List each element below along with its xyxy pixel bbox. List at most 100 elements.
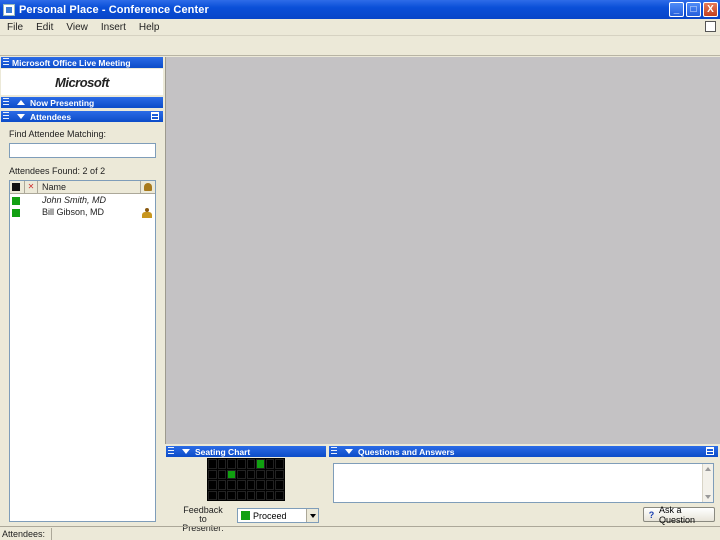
question-mark-icon: ? (648, 509, 655, 520)
mute-column-icon[interactable]: ✕ (24, 181, 38, 193)
grip-icon[interactable] (3, 98, 9, 107)
seat-empty (275, 469, 284, 479)
feedback-value: Proceed (253, 510, 287, 521)
attendee-list[interactable]: ✕ Name John Smith, MD Bill Gibson, MD (9, 180, 156, 522)
minimize-button[interactable]: _ (669, 2, 684, 17)
seat-empty (265, 480, 275, 490)
find-attendee-label: Find Attendee Matching: (9, 129, 107, 139)
online-status-icon (12, 209, 20, 217)
seat-empty (208, 490, 217, 500)
qa-panel-title: Questions and Answers (358, 446, 455, 457)
qa-panel-header[interactable]: Questions and Answers (329, 446, 718, 457)
presenting-panel-header[interactable]: Now Presenting (1, 97, 163, 108)
seat-empty (236, 459, 246, 469)
microsoft-logo: Microsoft (55, 74, 110, 90)
seat-empty (256, 469, 265, 479)
find-attendee-input[interactable] (9, 143, 156, 158)
menu-insert[interactable]: Insert (94, 22, 132, 33)
status-column-icon[interactable] (12, 183, 20, 191)
attendees-panel-title: Attendees (30, 111, 72, 122)
seat-empty (265, 469, 275, 479)
seat-empty (246, 459, 256, 469)
panel-menu-icon[interactable] (706, 447, 714, 455)
online-status-icon (12, 197, 20, 205)
ask-question-button[interactable]: ? Ask a Question (643, 504, 715, 525)
name-column-header[interactable]: Name (42, 182, 66, 192)
ask-question-label: Ask a Question (659, 504, 696, 525)
seating-chart-panel: Seating Chart Feedback to Presenter: Pro… (165, 446, 327, 533)
qa-scrollbar[interactable] (702, 464, 713, 502)
window-title: Personal Place - Conference Center (19, 3, 209, 16)
meeting-panel-header[interactable]: Microsoft Office Live Meeting (1, 57, 163, 68)
seat-empty (265, 459, 275, 469)
meeting-panel-title: Microsoft Office Live Meeting (12, 57, 131, 68)
seat-empty (256, 490, 265, 500)
seat-occupied (256, 459, 265, 469)
title-bar: Personal Place - Conference Center _ □ X (0, 0, 720, 19)
question-textarea[interactable] (333, 463, 714, 503)
grip-icon[interactable] (3, 112, 9, 121)
menu-file[interactable]: File (0, 22, 29, 33)
presenting-panel-title: Now Presenting (30, 97, 95, 108)
grip-icon[interactable] (331, 447, 337, 456)
scroll-up-icon (705, 467, 711, 471)
presentation-stage[interactable] (165, 57, 720, 444)
seat-empty (217, 469, 227, 479)
seat-empty (275, 490, 284, 500)
seat-empty (227, 490, 236, 500)
toolbar-strip (0, 36, 720, 56)
seating-chart-header[interactable]: Seating Chart (166, 446, 326, 457)
attendee-list-header: ✕ Name (10, 181, 155, 194)
seat-empty (217, 459, 227, 469)
collapse-down-icon[interactable] (17, 114, 25, 119)
grip-icon[interactable] (168, 447, 174, 456)
seat-empty (236, 469, 246, 479)
collapse-down-icon[interactable] (345, 449, 353, 454)
attendee-name: Bill Gibson, MD (42, 207, 105, 217)
menu-view[interactable]: View (59, 22, 94, 33)
seat-empty (236, 490, 246, 500)
attendee-row[interactable]: Bill Gibson, MD (10, 207, 155, 219)
expand-up-icon[interactable] (17, 100, 25, 105)
seat-empty (217, 480, 227, 490)
grip-icon[interactable] (3, 58, 9, 67)
feedback-dropdown[interactable]: Proceed (237, 508, 319, 523)
seat-empty (265, 490, 275, 500)
seat-empty (246, 490, 256, 500)
menu-help[interactable]: Help (132, 22, 166, 33)
seat-empty (256, 480, 265, 490)
maximize-button[interactable]: □ (686, 2, 701, 17)
feedback-color-icon (241, 511, 250, 520)
attendee-count: Attendees: 2 (0, 527, 52, 540)
seating-chart-title: Seating Chart (195, 446, 251, 457)
close-button[interactable]: X (703, 2, 718, 17)
chevron-down-icon[interactable] (306, 509, 318, 522)
seat-empty (208, 480, 217, 490)
scroll-down-icon (705, 495, 711, 499)
attendee-name: John Smith, MD (42, 195, 107, 205)
seat-empty (227, 459, 236, 469)
seat-empty (275, 480, 284, 490)
attendees-found-label: Attendees Found: 2 of 2 (9, 166, 106, 176)
seating-grid (207, 458, 285, 501)
app-icon (3, 3, 15, 16)
seat-occupied (227, 469, 236, 479)
left-panel: Microsoft Office Live Meeting Microsoft … (0, 57, 165, 523)
menu-edit[interactable]: Edit (29, 22, 59, 33)
restore-icon[interactable] (705, 21, 716, 32)
menu-bar: File Edit View Insert Help (0, 19, 720, 36)
seat-empty (246, 469, 256, 479)
attendees-panel-header[interactable]: Attendees (1, 111, 163, 122)
attendee-row[interactable]: John Smith, MD (10, 195, 155, 207)
logo-area: Microsoft (1, 69, 163, 95)
seat-empty (246, 480, 256, 490)
seat-empty (227, 480, 236, 490)
qa-panel: Questions and Answers ? Ask a Question (329, 446, 719, 525)
presenter-column-icon[interactable] (140, 181, 154, 193)
seat-empty (208, 469, 217, 479)
panel-menu-icon[interactable] (151, 112, 159, 120)
seat-empty (208, 459, 217, 469)
collapse-down-icon[interactable] (182, 449, 190, 454)
seat-empty (275, 459, 284, 469)
seat-empty (217, 490, 227, 500)
